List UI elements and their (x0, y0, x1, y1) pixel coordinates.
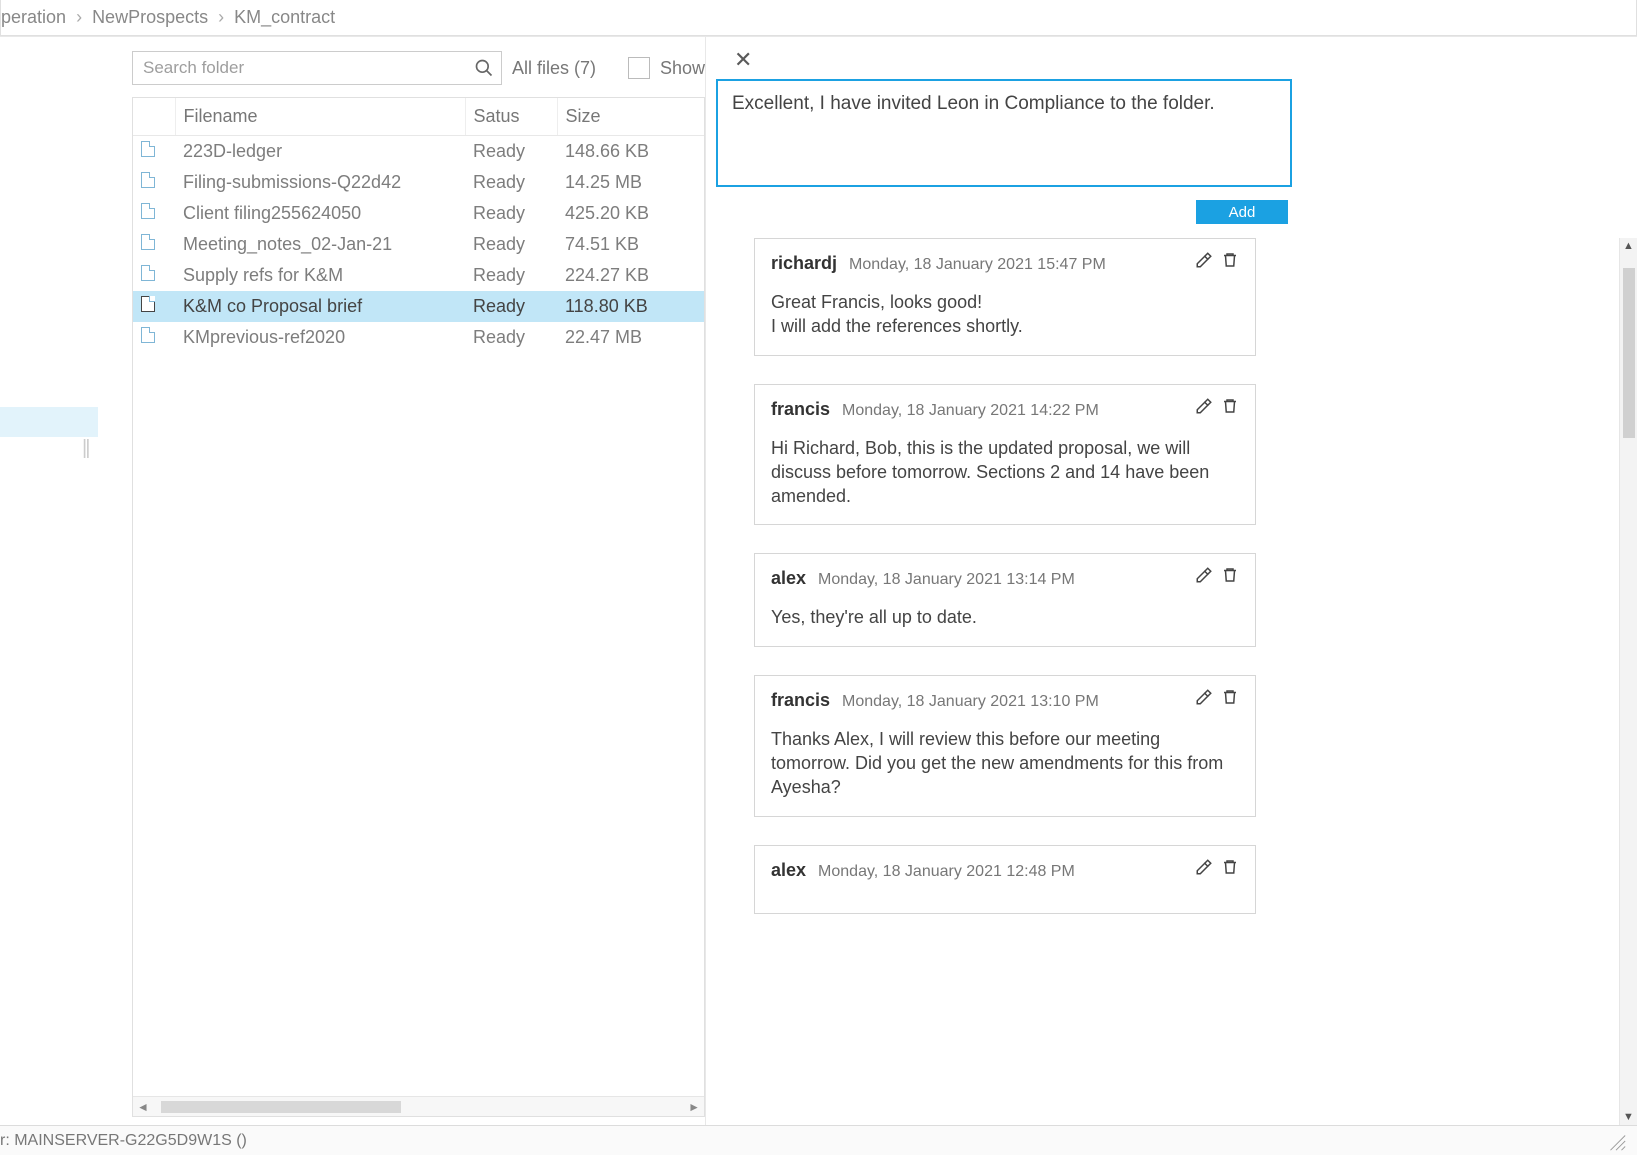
comment-timestamp: Monday, 18 January 2021 13:10 PM (842, 693, 1099, 711)
file-name: Client filing255624050 (175, 198, 465, 229)
comment-body: Thanks Alex, I will review this before o… (771, 727, 1239, 800)
comments-panel: ✕ Add richardj Monday, 18 January 2021 15… (705, 37, 1637, 1125)
file-icon (141, 141, 155, 157)
sidebar-selection (0, 407, 98, 437)
status-text: r: MAINSERVER-G22G5D9W1S () (0, 1132, 247, 1150)
file-table: Filename Satus Size 223D-ledgerReady148.… (133, 98, 704, 353)
comment-timestamp: Monday, 18 January 2021 14:22 PM (842, 402, 1099, 420)
scroll-thumb[interactable] (1623, 268, 1635, 438)
edit-icon[interactable] (1195, 688, 1213, 706)
breadcrumb[interactable]: peration › NewProspects › KM_contract (1, 7, 1636, 28)
show-checkbox[interactable] (628, 57, 650, 79)
sidebar-spacer: || (0, 37, 100, 1125)
file-status: Ready (465, 322, 557, 353)
file-row[interactable]: KMprevious-ref2020Ready22.47 MB (133, 322, 704, 353)
file-status: Ready (465, 198, 557, 229)
scroll-thumb[interactable] (161, 1101, 401, 1113)
file-status: Ready (465, 291, 557, 322)
delete-icon[interactable] (1221, 566, 1239, 584)
file-icon (141, 327, 155, 343)
scroll-right-icon[interactable]: ► (688, 1100, 700, 1114)
file-list-panel: All files (7) Show Filename Satus Size (100, 37, 705, 1125)
resize-grip-icon[interactable] (1605, 1130, 1627, 1152)
comment: richardj Monday, 18 January 2021 15:47 PM… (754, 238, 1256, 356)
delete-icon[interactable] (1221, 858, 1239, 876)
delete-icon[interactable] (1221, 251, 1239, 269)
file-icon (141, 172, 155, 188)
file-status: Ready (465, 229, 557, 260)
search-icon (474, 58, 494, 78)
file-name: 223D-ledger (175, 136, 465, 168)
comment: francis Monday, 18 January 2021 13:10 PM T… (754, 675, 1256, 817)
col-icon-header[interactable] (133, 98, 175, 136)
v-scrollbar[interactable]: ▲ ▼ (1619, 238, 1637, 1125)
file-icon (141, 296, 155, 312)
file-size: 14.25 MB (557, 167, 704, 198)
file-row[interactable]: Meeting_notes_02-Jan-21Ready74.51 KB (133, 229, 704, 260)
file-size: 74.51 KB (557, 229, 704, 260)
breadcrumb-item[interactable]: NewProspects (92, 7, 208, 28)
file-row[interactable]: K&M co Proposal briefReady118.80 KB (133, 291, 704, 322)
add-comment-button[interactable]: Add (1196, 200, 1288, 224)
comment-timestamp: Monday, 18 January 2021 12:48 PM (818, 863, 1075, 881)
file-status: Ready (465, 136, 557, 168)
col-size-header[interactable]: Size (557, 98, 704, 136)
splitter-handle[interactable]: || (82, 437, 100, 472)
col-status-header[interactable]: Satus (465, 98, 557, 136)
comment-author: alex (771, 860, 806, 881)
comment-author: francis (771, 399, 830, 420)
search-input[interactable] (132, 51, 502, 85)
comment-body: Great Francis, looks good! I will add th… (771, 290, 1239, 339)
show-label: Show (660, 58, 705, 79)
scroll-down-icon[interactable]: ▼ (1623, 1109, 1634, 1125)
file-name: Supply refs for K&M (175, 260, 465, 291)
comment-timestamp: Monday, 18 January 2021 15:47 PM (849, 256, 1106, 274)
file-row[interactable]: 223D-ledgerReady148.66 KB (133, 136, 704, 168)
breadcrumb-item[interactable]: KM_contract (234, 7, 335, 28)
h-scrollbar[interactable]: ◄ ► (133, 1096, 704, 1116)
comment: alex Monday, 18 January 2021 13:14 PM Yes,… (754, 553, 1256, 646)
edit-icon[interactable] (1195, 397, 1213, 415)
comment-author: richardj (771, 253, 837, 274)
scroll-up-icon[interactable]: ▲ (1623, 238, 1634, 254)
file-row[interactable]: Client filing255624050Ready425.20 KB (133, 198, 704, 229)
edit-icon[interactable] (1195, 566, 1213, 584)
chevron-right-icon: › (218, 7, 224, 28)
chevron-right-icon: › (76, 7, 82, 28)
file-icon (141, 265, 155, 281)
file-size: 148.66 KB (557, 136, 704, 168)
comment-body: Hi Richard, Bob, this is the updated pro… (771, 436, 1239, 509)
comment-timestamp: Monday, 18 January 2021 13:14 PM (818, 571, 1075, 589)
file-size: 118.80 KB (557, 291, 704, 322)
file-status: Ready (465, 260, 557, 291)
file-name: Meeting_notes_02-Jan-21 (175, 229, 465, 260)
comment-body: Yes, they're all up to date. (771, 605, 1239, 629)
comment: alex Monday, 18 January 2021 12:48 PM (754, 845, 1256, 914)
file-status: Ready (465, 167, 557, 198)
file-name: Filing-submissions-Q22d42 (175, 167, 465, 198)
delete-icon[interactable] (1221, 397, 1239, 415)
file-name: KMprevious-ref2020 (175, 322, 465, 353)
col-name-header[interactable]: Filename (175, 98, 465, 136)
file-size: 224.27 KB (557, 260, 704, 291)
breadcrumb-item[interactable]: peration (1, 7, 66, 28)
comment: francis Monday, 18 January 2021 14:22 PM H… (754, 384, 1256, 526)
comment-author: francis (771, 690, 830, 711)
file-icon (141, 234, 155, 250)
file-icon (141, 203, 155, 219)
comment-compose-input[interactable] (716, 79, 1292, 187)
delete-icon[interactable] (1221, 688, 1239, 706)
file-size: 22.47 MB (557, 322, 704, 353)
scroll-left-icon[interactable]: ◄ (137, 1100, 149, 1114)
comment-author: alex (771, 568, 806, 589)
files-count-label: All files (7) (512, 58, 596, 79)
file-row[interactable]: Supply refs for K&MReady224.27 KB (133, 260, 704, 291)
close-icon[interactable]: ✕ (734, 47, 752, 72)
file-size: 425.20 KB (557, 198, 704, 229)
edit-icon[interactable] (1195, 251, 1213, 269)
file-row[interactable]: Filing-submissions-Q22d42Ready14.25 MB (133, 167, 704, 198)
edit-icon[interactable] (1195, 858, 1213, 876)
status-bar: r: MAINSERVER-G22G5D9W1S () (0, 1125, 1637, 1155)
file-name: K&M co Proposal brief (175, 291, 465, 322)
